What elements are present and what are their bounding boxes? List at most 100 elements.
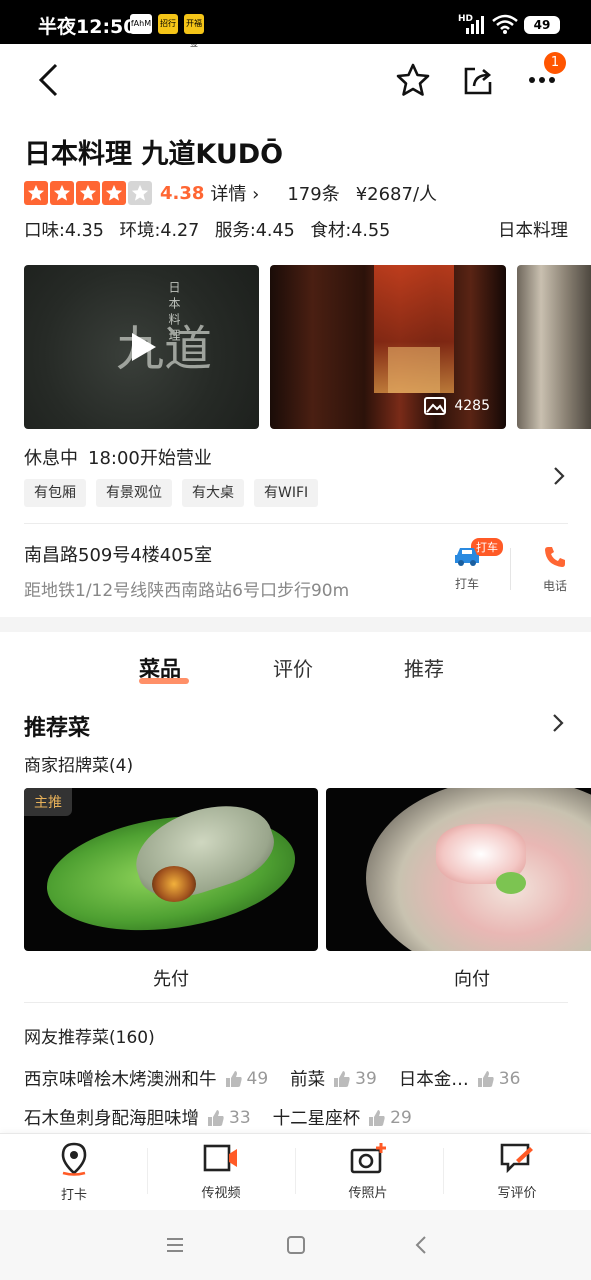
tab-reviews[interactable]: 评价: [273, 653, 313, 682]
like-count-value: 36: [498, 1068, 521, 1089]
status-bar: 半夜12:50 fAhM 招行 开福签 HD 49: [0, 0, 591, 48]
phone-button[interactable]: 电话: [532, 545, 578, 594]
open-status: 休息中: [24, 448, 78, 469]
business-status[interactable]: 休息中 18:00开始营业: [24, 444, 212, 470]
star-filled-icon: [50, 181, 74, 205]
thumbs-up-icon: [208, 1109, 224, 1126]
user-recommended-dish[interactable]: 前菜 39: [290, 1066, 377, 1091]
rating-row: 4.38 详情 › 179条 ¥2687/人: [24, 179, 437, 207]
rating-detail-link[interactable]: 详情 ›: [210, 180, 259, 206]
checkin-button[interactable]: 打卡: [24, 1142, 124, 1203]
like-count: 29: [368, 1108, 412, 1128]
star-filled-icon: [102, 181, 126, 205]
dish-image[interactable]: 主推: [24, 788, 318, 951]
signal-icon: [466, 16, 484, 34]
featured-tag: 主推: [24, 788, 72, 816]
average-price: ¥2687/人: [355, 184, 438, 205]
environment-score: 环境:4.27: [119, 221, 200, 241]
share-icon[interactable]: [458, 60, 498, 100]
toolbar-separator: [147, 1148, 148, 1194]
dish-name: 日本金…: [398, 1070, 469, 1090]
dish-photo-garnish: [496, 872, 526, 894]
chevron-right-icon: ›: [246, 184, 260, 205]
play-icon[interactable]: [124, 329, 160, 365]
gallery-video[interactable]: 日本料理 九道: [24, 265, 259, 429]
ingredients-score: 食材:4.55: [310, 221, 391, 241]
phone-label: 电话: [542, 579, 567, 593]
notification-app-icon: 开福签: [184, 14, 204, 48]
upload-photo-button[interactable]: 传照片: [318, 1142, 418, 1201]
system-back-icon[interactable]: [408, 1232, 434, 1258]
menu-icon[interactable]: [162, 1232, 188, 1258]
shop-address[interactable]: 南昌路509号4楼405室: [24, 541, 212, 567]
write-review-label: 写评价: [497, 1186, 537, 1201]
thumbs-up-icon: [225, 1070, 242, 1087]
user-recommended-title: 网友推荐菜(160): [24, 1028, 155, 1048]
home-icon[interactable]: [283, 1232, 309, 1258]
review-count[interactable]: 179条: [287, 180, 339, 206]
user-recommended-dish[interactable]: 十二星座杯 29: [273, 1105, 412, 1130]
divider: [24, 523, 568, 524]
user-recommended-dish[interactable]: 石木鱼刺身配海胆味增 33: [24, 1105, 251, 1130]
shop-title: 日本料理 九道KUDŌ: [24, 139, 284, 170]
dish-image[interactable]: [326, 788, 591, 951]
photo-count-value: 4285: [454, 398, 490, 414]
star-filled-icon: [24, 181, 48, 205]
taxi-label: 打车: [454, 577, 479, 591]
gallery-photo[interactable]: [517, 265, 591, 429]
thumbs-up-icon: [334, 1070, 350, 1087]
dish-name: 前菜: [290, 1070, 326, 1090]
image-icon: [424, 397, 447, 415]
system-nav-bar: [0, 1210, 591, 1280]
photo-count: 4285: [424, 397, 490, 415]
photo-light-shape: [388, 347, 440, 393]
feature-tag: 有包厢: [24, 479, 86, 507]
battery-indicator: 49: [524, 16, 560, 34]
tab-recommend[interactable]: 推荐: [404, 653, 444, 682]
user-recommended-row: 石木鱼刺身配海胆味增 33 十二星座杯 29: [24, 1105, 434, 1130]
dish-name: 十二星座杯: [272, 1109, 361, 1129]
chevron-right-icon[interactable]: [551, 713, 565, 733]
service-score: 服务:4.45: [214, 221, 295, 241]
toolbar-separator: [443, 1148, 444, 1194]
taste-score: 口味:4.35: [24, 221, 104, 241]
upload-video-label: 传视频: [201, 1186, 241, 1201]
taxi-button[interactable]: 打车: [444, 545, 490, 592]
edit-review-icon: [500, 1143, 533, 1174]
star-empty-icon: [128, 181, 152, 205]
thumbs-up-icon: [369, 1109, 385, 1126]
rating-detail-label: 详情: [210, 184, 247, 205]
dish-name[interactable]: 先付: [24, 965, 318, 991]
signature-dishes-label: 商家招牌菜(4): [24, 756, 134, 776]
section-gap: [0, 617, 591, 632]
dish-name[interactable]: 向付: [326, 965, 591, 991]
top-nav: 1: [0, 44, 591, 116]
upload-video-button[interactable]: 传视频: [171, 1142, 271, 1201]
recommended-title: 推荐菜: [24, 716, 91, 741]
cuisine-label[interactable]: 日本料理: [498, 217, 568, 242]
car-icon: [455, 548, 479, 566]
rating-stars: [24, 181, 152, 205]
active-tab-indicator: [139, 678, 189, 684]
user-recommended-row: 西京味噌桧木烤澳洲和牛 49 前菜 39 日本金… 36: [24, 1066, 542, 1091]
location-pin-icon: [61, 1142, 87, 1176]
chevron-right-icon[interactable]: [552, 466, 566, 486]
checkin-label: 打卡: [60, 1188, 87, 1203]
like-count: 49: [225, 1068, 269, 1089]
user-recommended-dish[interactable]: 西京味噌桧木烤澳洲和牛 49: [24, 1066, 268, 1091]
user-recommended-dish[interactable]: 日本金… 36: [399, 1066, 521, 1091]
like-count: 33: [207, 1108, 251, 1128]
favorite-star-icon[interactable]: [393, 60, 433, 100]
like-count-value: 33: [229, 1107, 251, 1128]
feature-tag: 有WIFI: [254, 479, 319, 507]
toolbar-separator: [295, 1148, 296, 1194]
gallery-photo[interactable]: 4285: [270, 265, 506, 429]
dish-name: 西京味噌桧木烤澳洲和牛: [24, 1070, 217, 1090]
like-count-value: 49: [246, 1068, 269, 1089]
back-icon[interactable]: [28, 60, 68, 100]
vertical-separator: [510, 548, 511, 590]
feature-tags: 有包厢 有景观位 有大桌 有WIFI: [24, 479, 319, 507]
camera-add-icon: [350, 1143, 386, 1174]
like-count: 36: [477, 1068, 521, 1089]
write-review-button[interactable]: 写评价: [467, 1142, 567, 1201]
